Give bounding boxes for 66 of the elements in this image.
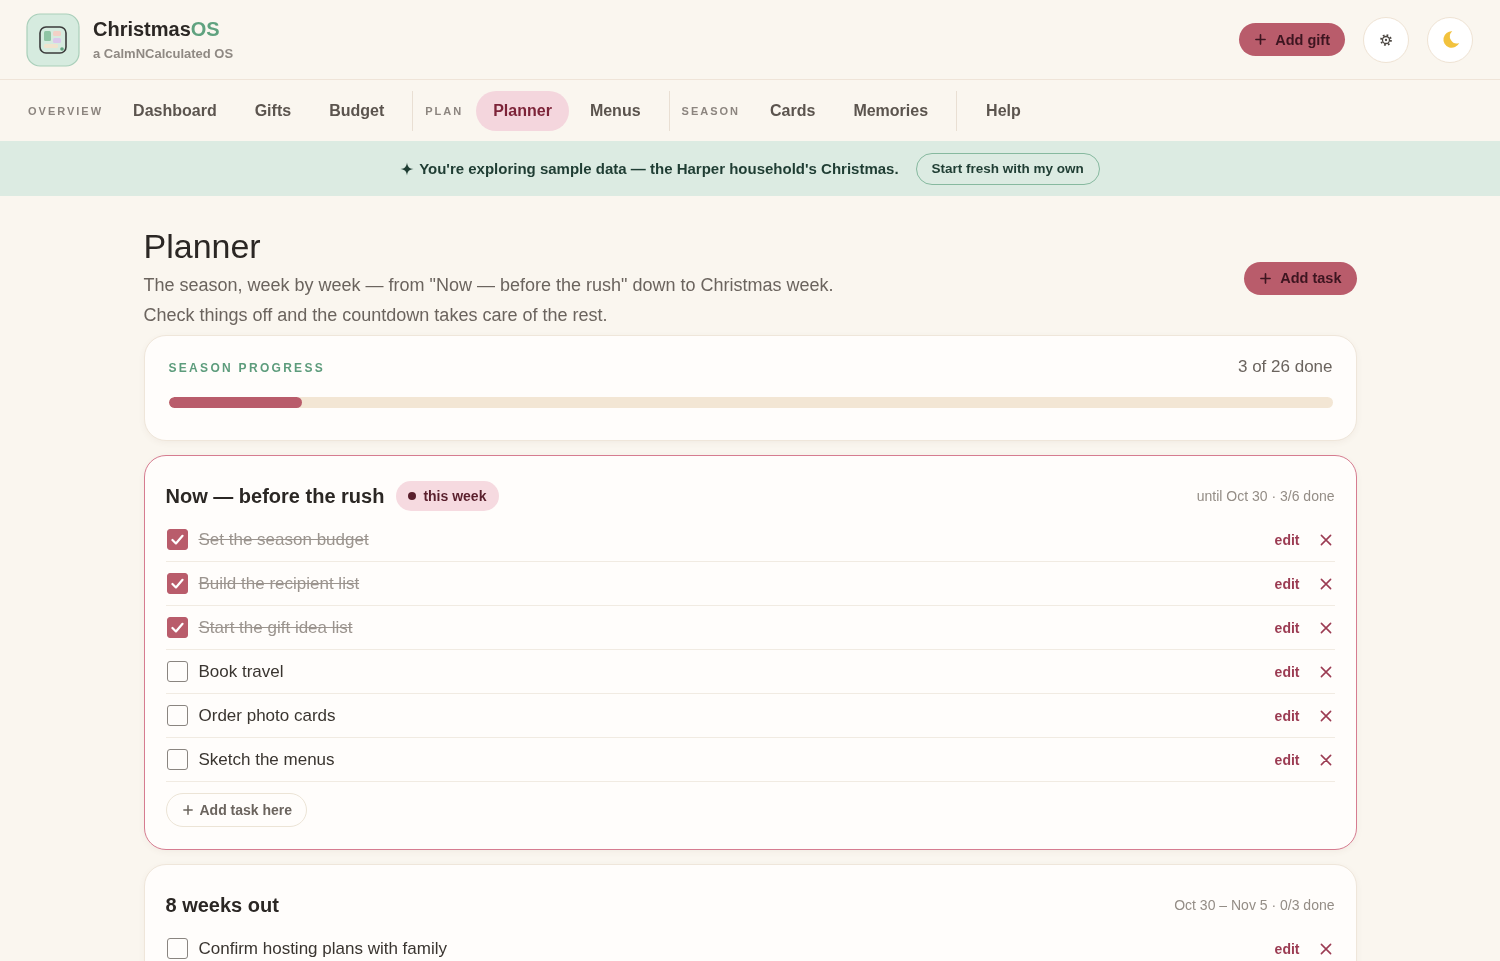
plus-icon (1260, 272, 1272, 284)
edit-link[interactable]: edit (1274, 619, 1300, 636)
nav-tab[interactable]: Memories (836, 90, 946, 131)
app-logo-icon (26, 12, 80, 67)
nav-tab[interactable]: Dashboard (116, 90, 234, 131)
task-title: Build the recipient list (198, 573, 360, 594)
plus-icon (1255, 34, 1267, 45)
week-meta: until Oct 30 · 3/6 done (1196, 488, 1335, 504)
checkbox[interactable] (166, 661, 188, 682)
nav-section-label: SEASON (681, 104, 740, 117)
add-gift-button[interactable]: Add gift (1239, 23, 1345, 56)
edit-link[interactable]: edit (1274, 575, 1300, 592)
add-task-here-button[interactable]: Add task here (165, 793, 308, 827)
theme-toggle-button[interactable] (1427, 16, 1473, 63)
page-title: Planner (143, 226, 262, 266)
check-icon (170, 534, 184, 545)
settings-icon (1379, 32, 1393, 47)
nav-tab[interactable]: Gifts (237, 90, 309, 131)
task-title: Book travel (198, 661, 284, 682)
checkbox[interactable] (166, 705, 188, 726)
check-icon (170, 622, 184, 633)
task-title: Order photo cards (198, 705, 336, 726)
edit-link[interactable]: edit (1274, 940, 1300, 957)
nav-section-label: OVERVIEW (28, 104, 104, 117)
nav-section-label: PLAN (425, 104, 464, 117)
banner-message: You're exploring sample data — the Harper household's Christmas. (419, 160, 899, 177)
edit-link[interactable]: edit (1274, 531, 1300, 548)
edit-link[interactable]: edit (1274, 663, 1300, 680)
nav-tab[interactable]: Cards (753, 90, 833, 131)
plus-icon (182, 805, 193, 815)
close-icon[interactable] (1319, 665, 1332, 678)
check-icon (170, 578, 184, 589)
close-icon[interactable] (1319, 577, 1332, 590)
checkbox[interactable] (166, 938, 188, 959)
task-title: Start the gift idea list (198, 617, 353, 638)
nav-tab[interactable]: Budget (312, 90, 402, 131)
edit-link[interactable]: edit (1274, 707, 1300, 724)
close-icon[interactable] (1319, 533, 1332, 546)
close-icon[interactable] (1319, 621, 1332, 634)
close-icon[interactable] (1319, 709, 1332, 722)
checkbox[interactable] (166, 529, 188, 550)
settings-button[interactable] (1363, 16, 1409, 63)
checkbox[interactable] (166, 573, 188, 594)
checkbox[interactable] (166, 617, 188, 638)
close-icon[interactable] (1319, 753, 1332, 766)
task-title: Sketch the menus (198, 749, 335, 770)
nav-tab[interactable]: Menus (572, 90, 658, 131)
checkbox[interactable] (166, 749, 188, 770)
progress-summary: 3 of 26 done (1237, 357, 1333, 377)
dot-icon (408, 492, 417, 500)
progress-label: SEASON PROGRESS (168, 361, 326, 375)
week-title: Now — before the rush (165, 484, 385, 508)
week-meta: Oct 30 – Nov 5 · 0/3 done (1174, 897, 1335, 913)
week-title: 8 weeks out (165, 893, 279, 917)
task-title: Confirm hosting plans with family (198, 938, 447, 959)
this-week-badge: this week (396, 481, 500, 511)
page-description: The season, week by week — from "Now — before the rush" down to Christmas week. (143, 274, 834, 297)
nav-tab[interactable]: Help (969, 90, 1038, 131)
close-icon[interactable] (1319, 942, 1332, 955)
add-task-button[interactable]: Add task (1244, 261, 1357, 295)
edit-link[interactable]: edit (1274, 751, 1300, 768)
app-title: ChristmasOS (93, 17, 221, 40)
page-description: Check things off and the countdown takes care of the rest. (143, 304, 609, 327)
app-subtitle: a CalmNCalculated OS (93, 45, 234, 62)
task-title: Set the season budget (198, 529, 369, 550)
nav-tab[interactable]: Planner (476, 90, 569, 131)
